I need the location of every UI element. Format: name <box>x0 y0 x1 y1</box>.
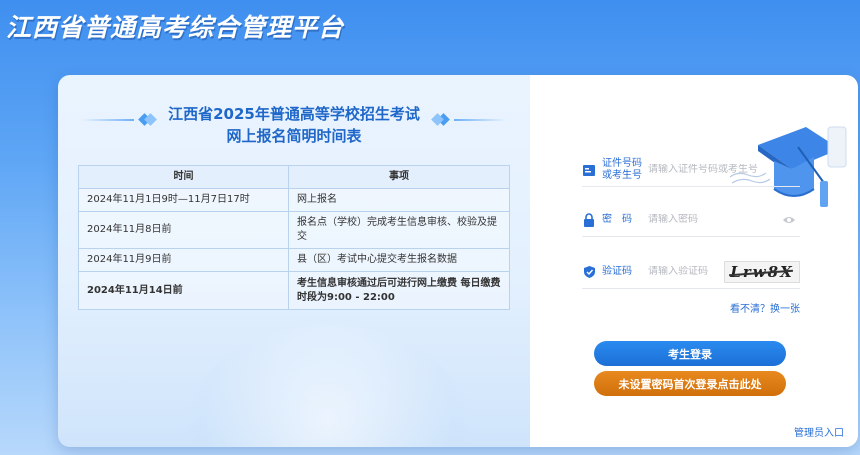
column-header-time: 时间 <box>78 165 289 189</box>
row-time: 2024年11月14日前 <box>78 271 289 310</box>
table-row: 2024年11月9日前 县（区）考试中心提交考生报名数据 <box>78 248 510 272</box>
captcha-field: 验证码 Lrw8X <box>582 255 800 289</box>
password-field: 密 码 <box>582 203 800 237</box>
table-header-row: 时间 事项 <box>78 165 510 189</box>
shield-check-icon <box>582 264 596 280</box>
lock-icon <box>582 212 596 228</box>
password-label: 密 码 <box>602 213 632 225</box>
schedule-title-line2: 网上报名简明时间表 <box>226 127 362 145</box>
password-input[interactable] <box>648 214 768 225</box>
captcha-input[interactable] <box>648 266 718 277</box>
row-item: 县（区）考试中心提交考生报名数据 <box>288 248 510 272</box>
first-login-button[interactable]: 未设置密码首次登录点击此处 <box>594 371 786 396</box>
id-number-field: 证件号码或考生号 <box>582 153 800 187</box>
row-time: 2024年11月8日前 <box>78 211 289 249</box>
id-number-input[interactable] <box>648 164 768 175</box>
schedule-heading: 江西省2025年普通高等学校招生考试 网上报名简明时间表 <box>58 103 530 147</box>
captcha-image[interactable]: Lrw8X <box>724 261 800 283</box>
main-panel: 江西省2025年普通高等学校招生考试 网上报名简明时间表 时间 事项 2024年… <box>58 75 858 447</box>
id-number-label: 证件号码或考生号 <box>602 157 642 181</box>
captcha-label: 验证码 <box>602 265 632 277</box>
schedule-panel: 江西省2025年普通高等学校招生考试 网上报名简明时间表 时间 事项 2024年… <box>58 75 530 447</box>
column-header-item: 事项 <box>288 165 510 189</box>
student-login-button[interactable]: 考生登录 <box>594 341 786 366</box>
row-item: 报名点（学校）完成考生信息审核、校验及提交 <box>288 211 510 249</box>
admin-entry-link[interactable]: 管理员入口 <box>794 424 844 439</box>
table-row: 2024年11月1日9时—11月7日17时 网上报名 <box>78 188 510 212</box>
login-panel: 证件号码或考生号 密 码 验证码 Lrw8X 看不清？换一张 考生登录 未设置密… <box>530 75 858 447</box>
row-item: 网上报名 <box>288 188 510 212</box>
row-item: 考生信息审核通过后可进行网上缴费 每日缴费时段为9:00 - 22:00 <box>288 271 510 310</box>
row-time: 2024年11月1日9时—11月7日17时 <box>78 188 289 212</box>
schedule-table: 时间 事项 2024年11月1日9时—11月7日17时 网上报名 2024年11… <box>78 165 510 310</box>
table-row: 2024年11月8日前 报名点（学校）完成考生信息审核、校验及提交 <box>78 211 510 249</box>
site-title: 江西省普通高考综合管理平台 <box>6 13 345 42</box>
table-row: 2024年11月14日前 考生信息审核通过后可进行网上缴费 每日缴费时段为9:0… <box>78 271 510 310</box>
schedule-title-line1: 江西省2025年普通高等学校招生考试 <box>168 105 420 123</box>
id-card-icon <box>582 162 596 178</box>
refresh-captcha-link[interactable]: 看不清？换一张 <box>730 300 800 315</box>
row-time: 2024年11月9日前 <box>78 248 289 272</box>
eye-icon[interactable] <box>782 213 796 227</box>
